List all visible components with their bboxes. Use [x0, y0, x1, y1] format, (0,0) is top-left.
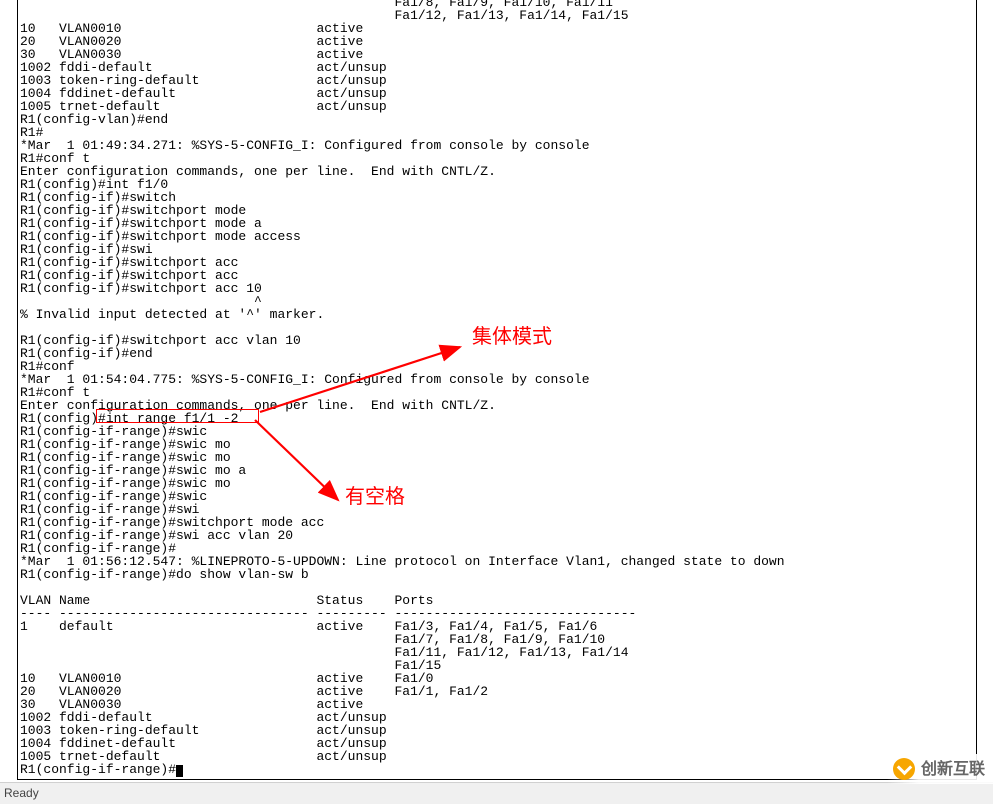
watermark-text: 创新互联	[921, 763, 985, 776]
watermark-logo-icon	[893, 758, 915, 780]
terminal-output[interactable]: Fa1/8, Fa1/9, Fa1/10, Fa1/11 Fa1/12, Fa1…	[20, 0, 785, 777]
watermark: 创新互联	[887, 754, 993, 784]
status-bar: Ready	[0, 782, 993, 804]
terminal-cursor	[176, 765, 183, 777]
screenshot-viewport: Fa1/8, Fa1/9, Fa1/10, Fa1/11 Fa1/12, Fa1…	[0, 0, 993, 804]
status-text: Ready	[4, 786, 39, 800]
